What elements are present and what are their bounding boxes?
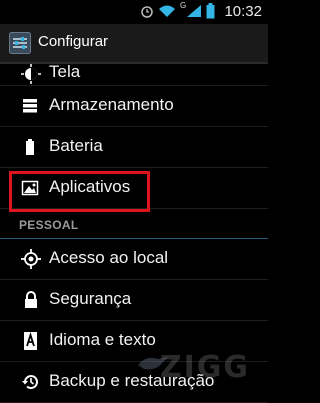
signal-icon — [186, 4, 202, 23]
page-title: Configurar — [38, 33, 109, 50]
language-icon — [21, 331, 41, 351]
action-bar: Configurar — [0, 24, 268, 64]
display-icon — [21, 64, 41, 84]
settings-item-acesso-ao-local[interactable]: Acesso ao local — [0, 239, 268, 280]
settings-icon[interactable] — [9, 32, 31, 59]
settings-item-label: Idioma e texto — [49, 330, 156, 349]
highlight-box — [9, 171, 150, 212]
backup-icon — [21, 372, 41, 392]
location-icon — [21, 249, 41, 269]
settings-item-label: Armazenamento — [49, 95, 174, 114]
watermark: ZIGG — [159, 350, 250, 385]
storage-icon — [21, 96, 41, 116]
settings-item-seguranca[interactable]: Segurança — [0, 280, 268, 321]
battery-icon — [21, 137, 41, 157]
battery-status-icon — [206, 3, 215, 24]
settings-item-label: Acesso ao local — [49, 248, 169, 267]
clock: 10:32 — [224, 3, 262, 20]
settings-item-label: Tela — [49, 62, 81, 81]
settings-item-bateria[interactable]: Bateria — [0, 127, 268, 168]
settings-item-armazenamento[interactable]: Armazenamento — [0, 86, 268, 127]
section-title: PESSOAL — [19, 218, 79, 232]
lock-icon — [21, 290, 41, 310]
settings-item-tela[interactable]: Tela — [0, 62, 268, 86]
settings-item-label: Segurança — [49, 289, 132, 308]
settings-item-label: Bateria — [49, 136, 103, 155]
section-header-pessoal: PESSOAL — [0, 209, 268, 239]
status-bar: G 10:32 — [0, 0, 268, 24]
wifi-icon — [158, 4, 176, 23]
alarm-icon — [140, 4, 154, 23]
